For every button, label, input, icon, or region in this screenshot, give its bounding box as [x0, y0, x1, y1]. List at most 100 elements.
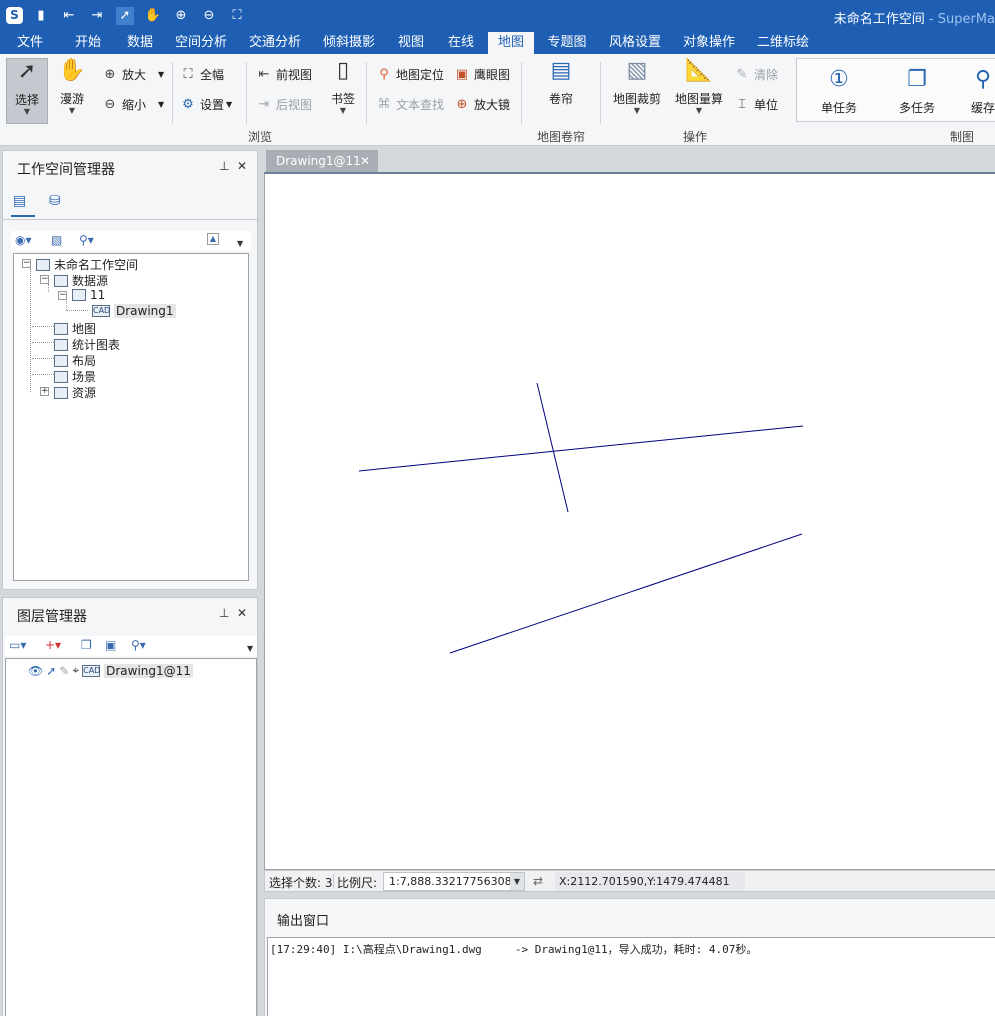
next-view-icon: ⇥ — [258, 96, 270, 112]
zoom-out-button[interactable]: ⊖ 缩小 ▼ — [102, 96, 165, 113]
prev-view-button[interactable]: ⇤ 前视图 — [256, 66, 312, 83]
tab-data[interactable]: 数据 — [118, 32, 162, 54]
settings-button[interactable]: ⚙ 设置 ▼ — [180, 96, 232, 113]
hand-icon: ✋ — [58, 58, 86, 83]
pin-icon[interactable]: ⊥ — [219, 159, 229, 173]
output-title: 输出窗口 — [277, 914, 330, 929]
editable-icon[interactable]: ✎ — [59, 664, 69, 678]
view-icon[interactable]: ◉▾ — [15, 233, 32, 247]
map-window[interactable] — [264, 172, 995, 870]
tree-node-charts[interactable]: 统计图表 — [54, 336, 120, 353]
map-clip-button[interactable]: ▧ 地图裁剪 ▼ — [610, 58, 664, 124]
unit-button[interactable]: ⌶ 单位 — [734, 96, 778, 113]
tree-node-datasources[interactable]: − 数据源 — [40, 272, 108, 289]
search-icon[interactable]: ⚲▾ — [131, 638, 146, 652]
export-icon[interactable]: ⇥ — [88, 7, 106, 25]
app-logo-icon[interactable]: S — [6, 7, 23, 24]
map-canvas[interactable] — [265, 174, 995, 870]
cache-button[interactable]: ⚲ 缓存 — [963, 67, 995, 119]
search-icon: ⚲ — [974, 67, 992, 92]
pan-button[interactable]: ✋ 漫游 ▼ — [52, 58, 92, 124]
copy-layer-icon[interactable]: ❐ — [81, 638, 92, 652]
location-pin-icon: ⚲ — [379, 66, 389, 82]
tab-thematic-map[interactable]: 专题图 — [540, 32, 594, 54]
tab-file[interactable]: 文件 — [8, 32, 52, 54]
visible-eye-icon[interactable]: 👁 — [28, 664, 43, 678]
tab-style-settings[interactable]: 风格设置 — [602, 32, 668, 54]
db-tab-icon[interactable]: ⛁ — [49, 193, 67, 209]
pin-icon[interactable]: ⊥ — [219, 606, 229, 620]
properties-icon[interactable]: ▧ — [51, 233, 62, 247]
swipe-icon: ▤ — [550, 58, 572, 83]
full-extent-icon[interactable]: ⛶ — [228, 7, 246, 25]
magnifier-button[interactable]: ⊕ 放大镜 — [454, 96, 510, 113]
close-icon[interactable]: ✕ — [237, 606, 247, 620]
group-label-operation: 操作 — [683, 130, 708, 144]
workspace-tree: − 未命名工作空间 − 数据源 −11 CAD Drawing1 地图 统计图表 布局… — [13, 253, 249, 581]
expand-toggle[interactable]: + — [40, 387, 49, 396]
panel-title: 工作空间管理器 — [17, 162, 115, 178]
tree-node-layouts[interactable]: 布局 — [54, 352, 96, 369]
tab-oblique-photography[interactable]: 倾斜摄影 — [316, 32, 382, 54]
tree-node-maps[interactable]: 地图 — [54, 320, 96, 337]
eagle-eye-button[interactable]: ▣ 鹰眼图 — [454, 66, 510, 83]
map-measure-button[interactable]: 📐 地图量算 ▼ — [672, 58, 726, 124]
add-icon[interactable]: +▾ — [45, 638, 61, 652]
swap-icon[interactable]: ⇄ — [533, 874, 543, 888]
close-icon[interactable]: ✕ — [237, 159, 247, 173]
title-bar: S ▮ ⇤ ⇥ ➚ ✋ ⊕ ⊖ ⛶ 未命名工作空间 - SuperMa — [0, 0, 995, 32]
multi-task-button[interactable]: ❐ 多任务 — [891, 67, 943, 119]
tree-node-scenes[interactable]: 场景 — [54, 368, 96, 385]
zoom-out-icon[interactable]: ⊖ — [200, 7, 218, 25]
tab-object-operations[interactable]: 对象操作 — [676, 32, 742, 54]
select-icon[interactable]: ➚ — [116, 7, 134, 25]
tree-node-workspace[interactable]: − 未命名工作空间 — [22, 256, 138, 273]
zoom-in-button[interactable]: ⊕ 放大 ▼ — [102, 66, 165, 83]
tab-spatial-analysis[interactable]: 空间分析 — [168, 32, 234, 54]
selectable-icon[interactable]: ➚ — [46, 664, 56, 678]
full-extent-button[interactable]: ⛶ 全幅 — [180, 66, 224, 83]
document-tab-drawing1[interactable]: Drawing1@11 ✕ — [266, 150, 378, 172]
zoom-in-icon[interactable]: ⊕ — [172, 7, 190, 25]
clear-button[interactable]: ✎ 清除 — [734, 66, 778, 83]
import-icon[interactable]: ⇤ — [60, 7, 78, 25]
tab-traffic-analysis[interactable]: 交通分析 — [242, 32, 308, 54]
tab-start[interactable]: 开始 — [66, 32, 110, 54]
close-icon[interactable]: ✕ — [360, 150, 370, 172]
new-layer-icon[interactable]: ▭▾ — [9, 638, 26, 652]
workspace-tab-icon[interactable]: ▤ — [13, 193, 31, 209]
bookmark-button[interactable]: ▯ 书签 ▼ — [326, 58, 360, 124]
cad-line-3[interactable] — [449, 533, 803, 654]
tab-2d-plotting[interactable]: 二维标绘 — [750, 32, 816, 54]
collapse-toggle[interactable]: − — [22, 259, 31, 268]
chevron-down-icon[interactable]: ▼ — [510, 873, 524, 890]
overflow-icon[interactable]: ▼ — [237, 239, 243, 248]
cad-line-2[interactable] — [536, 382, 569, 513]
layer-item-drawing1[interactable]: 👁 ➚ ✎ ⌖ CAD Drawing1@11 — [28, 663, 193, 678]
next-view-button[interactable]: ⇥ 后视图 — [256, 96, 312, 113]
map-locate-button[interactable]: ⚲ 地图定位 — [376, 66, 444, 83]
output-log[interactable]: [17:29:40] I:\高程点\Drawing1.dwg -> Drawin… — [267, 937, 995, 1016]
tab-map[interactable]: 地图 — [488, 32, 534, 54]
collapse-toggle[interactable]: − — [40, 275, 49, 284]
text-search-button[interactable]: ⌘ 文本查找 — [376, 96, 445, 113]
tree-node-dataset-drawing1[interactable]: CAD Drawing1 — [92, 304, 176, 318]
single-task-button[interactable]: ① 单任务 — [813, 67, 865, 119]
group-label-swipe: 地图卷帘 — [537, 130, 586, 144]
pan-icon[interactable]: ✋ — [144, 7, 162, 25]
tab-view[interactable]: 视图 — [390, 32, 432, 54]
search-icon[interactable]: ⚲▾ — [79, 233, 94, 247]
cad-line-1[interactable] — [358, 425, 804, 472]
collapse-toggle[interactable]: − — [58, 291, 67, 300]
tab-online[interactable]: 在线 — [440, 32, 482, 54]
snap-icon[interactable]: ⌖ — [72, 663, 79, 678]
tree-node-datasource-11[interactable]: −11 — [58, 288, 105, 302]
collapse-icon[interactable]: ▲ — [207, 233, 219, 245]
layer-properties-icon[interactable]: ▣ — [105, 638, 116, 652]
save-icon[interactable]: ▮ — [32, 7, 50, 25]
swipe-button[interactable]: ▤ 卷帘 — [538, 58, 584, 118]
select-button[interactable]: ➚ 选择 ▼ — [6, 58, 48, 124]
overflow-icon[interactable]: ▼ — [247, 644, 253, 653]
tree-node-resources[interactable]: + 资源 — [40, 384, 96, 401]
scale-combobox[interactable]: 1:7,888.33217756308 ▼ — [383, 872, 525, 891]
